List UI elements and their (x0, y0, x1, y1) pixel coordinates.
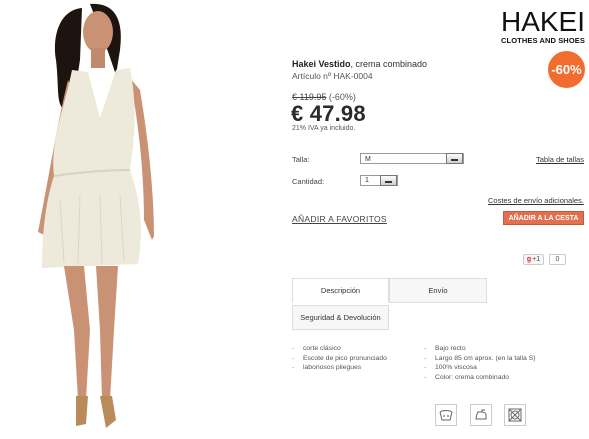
quantity-dropdown-button[interactable] (380, 175, 397, 186)
product-variant: , crema combinado (350, 59, 428, 69)
vat-note: 21% IVA ya incluido. (292, 125, 356, 132)
brand-name: HAKEI (500, 6, 586, 37)
product-title: Hakei Vestido, crema combinado (292, 59, 427, 69)
size-chart-link[interactable]: Tabla de tallas (536, 155, 584, 164)
google-plus-label: +1 (532, 256, 541, 263)
google-plus-button[interactable]: g +1 (523, 254, 544, 265)
dropdown-icon (451, 159, 458, 161)
tab-envio[interactable]: Envío (389, 278, 487, 303)
size-select[interactable]: M (360, 153, 464, 164)
brand-tagline: CLOTHES AND SHOES (501, 36, 585, 45)
features-left: corte clásico Escote de pico pronunciado… (292, 345, 412, 374)
tab-seguridad-devolucion[interactable]: Seguridad & Devolución (292, 305, 389, 330)
dropdown-icon (385, 181, 392, 183)
list-item: Color: crema combinado (424, 374, 549, 383)
list-item: laboriosos pliegues (292, 364, 412, 373)
list-item: Escote de pico pronunciado (292, 355, 412, 364)
add-to-favorites-link[interactable]: AÑADIR A FAVORITOS (292, 214, 387, 224)
list-item: corte clásico (292, 345, 412, 354)
features-right: Bajo recto Largo 85 cm aprox. (en la tal… (424, 345, 549, 383)
product-brand: Hakei Vestido (292, 59, 351, 69)
google-plus-count: 0 (549, 254, 566, 265)
no-tumble-dry-icon (504, 404, 526, 426)
quantity-select[interactable]: 1 (360, 175, 398, 186)
discount-badge: -60% (548, 51, 585, 88)
article-number: Artículo nº HAK-0004 (292, 71, 373, 81)
quantity-value: 1 (365, 177, 369, 184)
google-plus-icon: g (526, 256, 532, 263)
current-price: € 47.98 (291, 101, 366, 126)
model-wearing-dress-image (38, 3, 154, 428)
shipping-costs-link[interactable]: Costes de envío adicionales. (488, 196, 584, 205)
iron-icon (470, 404, 492, 426)
list-item: Largo 85 cm aprox. (en la talla S) (424, 355, 549, 364)
size-value: M (365, 156, 371, 163)
list-item: Bajo recto (424, 345, 549, 354)
size-label: Talla: (292, 155, 310, 164)
product-photo[interactable] (20, 0, 195, 434)
tab-descripcion[interactable]: Descripción (292, 278, 389, 303)
list-item: 100% viscosa (424, 364, 549, 373)
size-dropdown-button[interactable] (446, 153, 463, 164)
wash-30-icon (435, 404, 457, 426)
quantity-label: Cantidad: (292, 177, 325, 186)
add-to-cart-button[interactable]: AÑADIR A LA CESTA (503, 211, 584, 225)
brand-logo[interactable]: HAKEI CLOTHES AND SHOES (500, 6, 586, 46)
